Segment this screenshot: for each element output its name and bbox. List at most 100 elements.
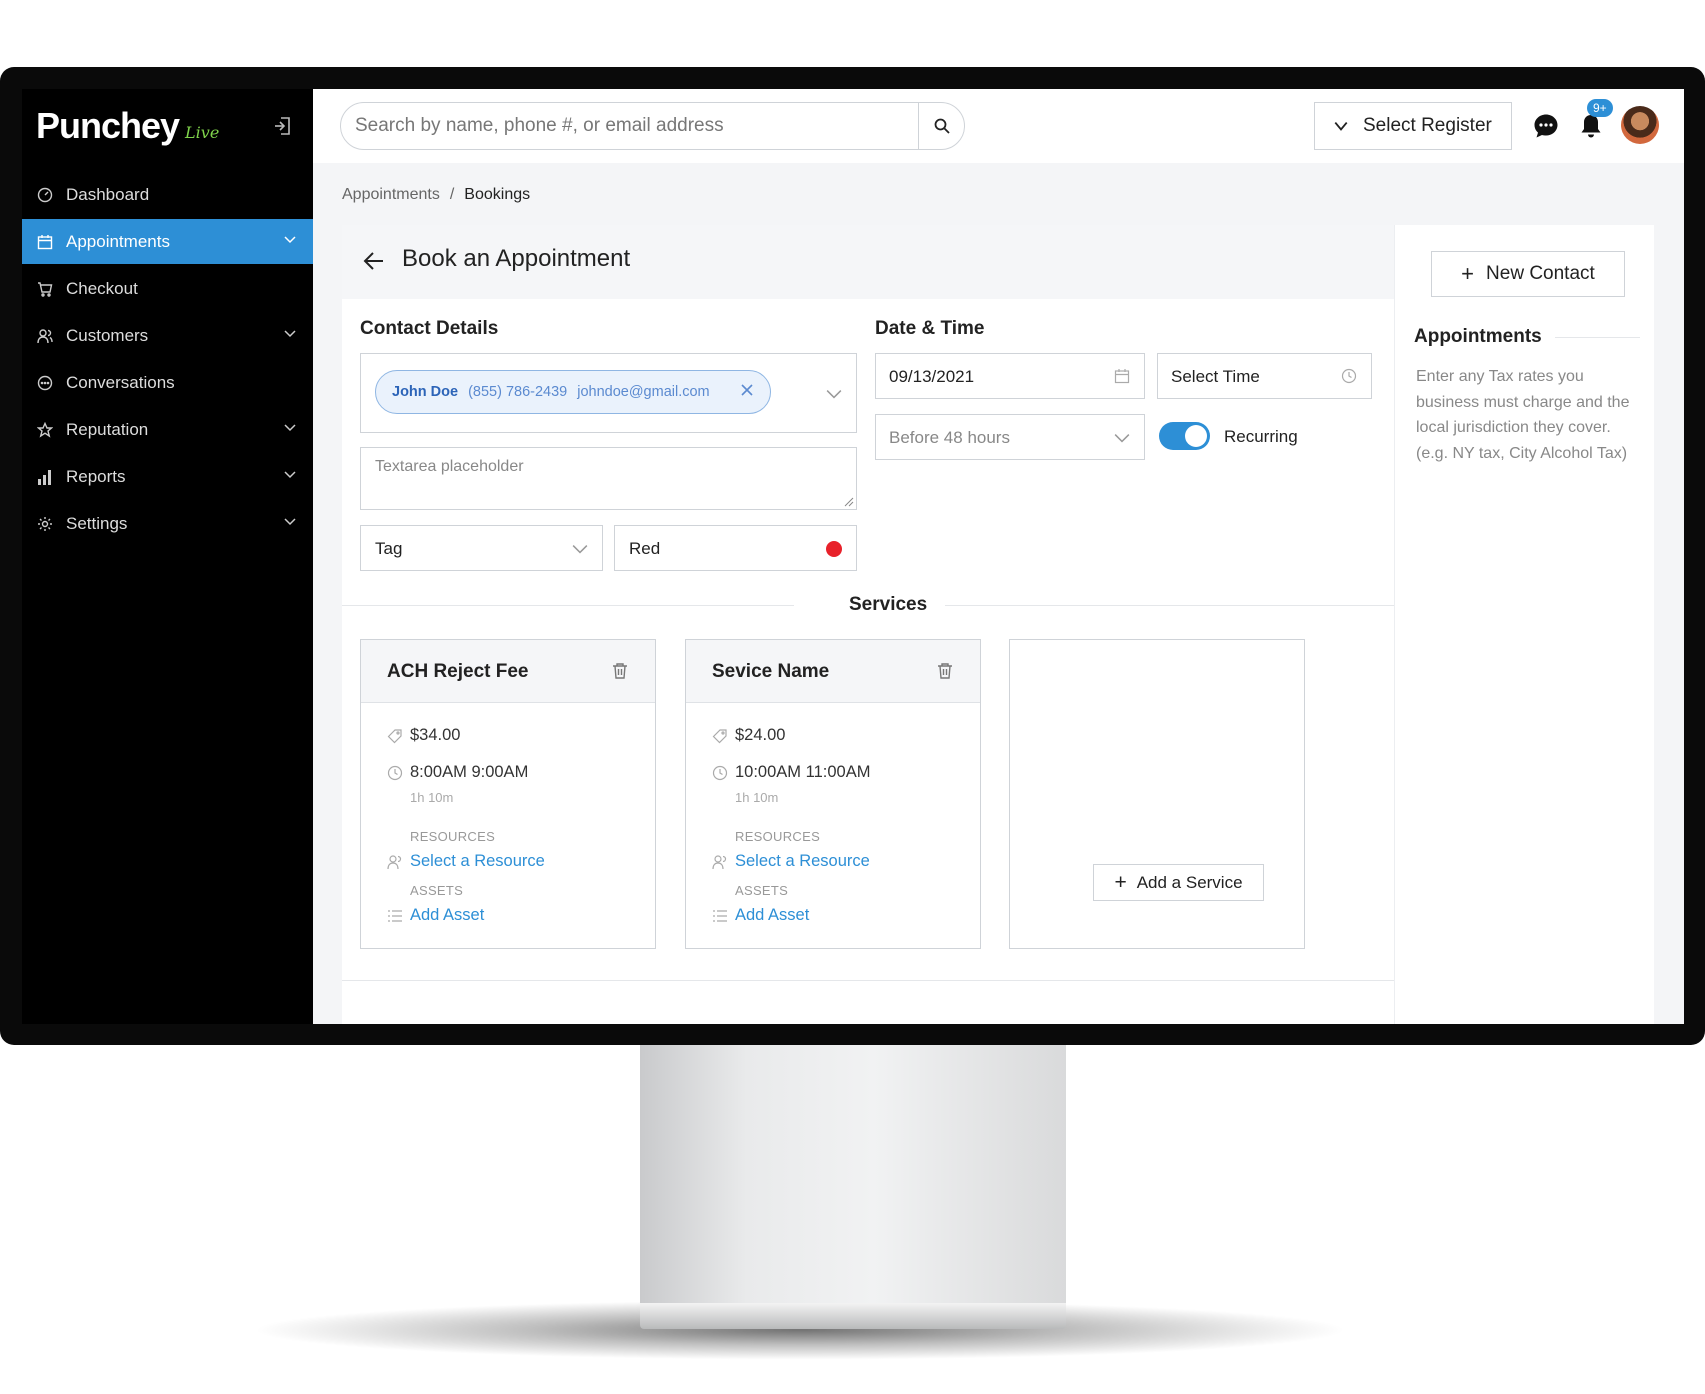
app-screen: Punchey Live Dashboard Appointments Check… xyxy=(22,89,1684,1024)
select-resource-link[interactable]: Select a Resource xyxy=(387,852,545,871)
sidebar-item-label: Appointments xyxy=(66,231,170,251)
select-resource-label[interactable]: Select a Resource xyxy=(735,852,870,871)
service-card-header: Sevice Name xyxy=(686,640,980,703)
avatar[interactable] xyxy=(1621,106,1659,144)
sidebar-item-reports[interactable]: Reports xyxy=(22,454,313,499)
bell-icon[interactable] xyxy=(1580,113,1602,144)
new-contact-button[interactable]: + New Contact xyxy=(1431,251,1625,297)
calendar-icon[interactable] xyxy=(1114,368,1130,384)
reminder-value: Before 48 hours xyxy=(889,428,1010,447)
clock-icon xyxy=(387,765,403,781)
chevron-down-icon[interactable] xyxy=(283,326,297,340)
service-name: ACH Reject Fee xyxy=(387,661,529,682)
contact-select[interactable]: John Doe (855) 786-2439 johndoe@gmail.co… xyxy=(360,353,857,433)
search-button[interactable] xyxy=(918,103,964,149)
sidebar-item-label: Checkout xyxy=(66,278,138,298)
trash-icon[interactable] xyxy=(936,662,954,680)
chevron-down-icon[interactable] xyxy=(283,420,297,434)
sidebar-item-conversations[interactable]: Conversations xyxy=(22,360,313,405)
clock-icon xyxy=(712,765,728,781)
trash-icon[interactable] xyxy=(611,662,629,680)
add-asset-link[interactable]: Add Asset xyxy=(712,906,809,925)
service-time-value: 8:00AM 9:00AM xyxy=(410,763,529,781)
close-icon[interactable] xyxy=(740,383,754,397)
sidebar: Punchey Live Dashboard Appointments Check… xyxy=(22,89,313,1024)
contact-details-title: Contact Details xyxy=(360,318,499,339)
time-input[interactable]: Select Time xyxy=(1157,353,1372,399)
add-service-button[interactable]: + Add a Service xyxy=(1093,864,1264,901)
service-price: $24.00 xyxy=(712,726,785,745)
star-icon xyxy=(36,421,54,439)
divider xyxy=(945,605,1394,606)
divider xyxy=(1555,337,1640,338)
tag-icon xyxy=(712,728,728,744)
user-icon xyxy=(387,854,403,870)
tag-select[interactable]: Tag xyxy=(360,525,603,571)
chevron-down-icon[interactable] xyxy=(283,514,297,528)
sidebar-item-dashboard[interactable]: Dashboard xyxy=(22,172,313,217)
recurring-toggle[interactable] xyxy=(1159,422,1210,450)
add-asset-link[interactable]: Add Asset xyxy=(387,906,484,925)
add-asset-label[interactable]: Add Asset xyxy=(410,906,484,925)
select-resource-label[interactable]: Select a Resource xyxy=(410,852,545,871)
service-time: 10:00AM 11:00AM xyxy=(712,763,870,782)
sidebar-item-label: Customers xyxy=(66,325,149,345)
clock-icon[interactable] xyxy=(1341,368,1357,384)
chevron-down-icon[interactable] xyxy=(283,232,297,246)
search-icon xyxy=(934,118,950,134)
sidebar-item-appointments[interactable]: Appointments xyxy=(22,219,313,264)
date-input[interactable]: 09/13/2021 xyxy=(875,353,1145,399)
back-arrow-icon[interactable] xyxy=(362,249,386,278)
chat-icon xyxy=(36,374,54,392)
register-label: Select Register xyxy=(1363,115,1492,136)
assets-caption: ASSETS xyxy=(410,883,464,898)
monitor-mockup: Punchey Live Dashboard Appointments Check… xyxy=(0,0,1705,1394)
brand-logo[interactable]: Punchey Live xyxy=(36,105,219,147)
sidebar-item-label: Reputation xyxy=(66,419,149,439)
recurring-label: Recurring xyxy=(1224,427,1298,446)
assets-caption: ASSETS xyxy=(735,883,789,898)
cart-icon xyxy=(36,280,54,298)
plus-icon: + xyxy=(1461,261,1475,286)
service-price: $34.00 xyxy=(387,726,460,745)
sidebar-item-settings[interactable]: Settings xyxy=(22,501,313,546)
contact-chip: John Doe (855) 786-2439 johndoe@gmail.co… xyxy=(375,370,771,414)
booking-card: Book an Appointment + New Contact Appoint… xyxy=(342,225,1654,1024)
date-value: 09/13/2021 xyxy=(889,367,975,386)
chevron-down-icon xyxy=(572,545,588,554)
divider xyxy=(342,605,794,606)
service-duration: 1h 10m xyxy=(410,790,454,805)
reminder-select[interactable]: Before 48 hours xyxy=(875,414,1145,460)
color-select[interactable]: Red xyxy=(614,525,857,571)
chevron-down-icon[interactable] xyxy=(826,386,842,402)
sidebar-item-reputation[interactable]: Reputation xyxy=(22,407,313,452)
right-panel-description: Enter any Tax rates you business must ch… xyxy=(1416,368,1630,462)
dashboard-icon xyxy=(36,186,54,204)
new-contact-label: New Contact xyxy=(1486,263,1595,284)
messages-icon[interactable] xyxy=(1533,113,1559,144)
sidebar-item-checkout[interactable]: Checkout xyxy=(22,266,313,311)
sidebar-item-label: Conversations xyxy=(66,372,175,392)
resize-handle-icon[interactable] xyxy=(844,497,854,507)
breadcrumb-appointments-link[interactable]: Appointments xyxy=(342,186,440,203)
chevron-down-icon xyxy=(1114,434,1130,443)
service-name: Sevice Name xyxy=(712,661,830,682)
divider xyxy=(342,980,1394,981)
right-panel: + New Contact Appointments Enter any Tax … xyxy=(1394,225,1654,1024)
logout-icon[interactable] xyxy=(272,115,294,137)
select-resource-link[interactable]: Select a Resource xyxy=(712,852,870,871)
tag-select-value: Tag xyxy=(375,539,403,558)
monitor-stand xyxy=(640,1045,1066,1303)
customers-icon xyxy=(36,327,54,345)
chevron-down-icon[interactable] xyxy=(283,467,297,481)
card-header: Book an Appointment xyxy=(342,225,1394,299)
time-placeholder: Select Time xyxy=(1171,367,1260,386)
search-input[interactable] xyxy=(341,103,921,149)
select-register-dropdown[interactable]: Select Register xyxy=(1314,102,1512,150)
service-duration: 1h 10m xyxy=(735,790,779,805)
service-price-value: $24.00 xyxy=(735,726,786,744)
notes-textarea[interactable]: Textarea placeholder xyxy=(360,447,857,510)
textarea-placeholder: Textarea placeholder xyxy=(375,458,524,475)
add-asset-label[interactable]: Add Asset xyxy=(735,906,809,925)
sidebar-item-customers[interactable]: Customers xyxy=(22,313,313,358)
